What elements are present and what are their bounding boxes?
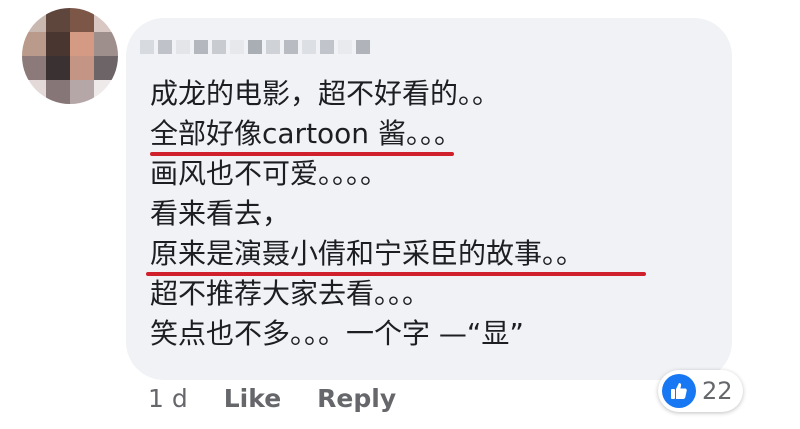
comment-line-2-text: 全部好像cartoon 酱。。。 bbox=[150, 117, 462, 150]
comment-line-4: 看来看去， bbox=[150, 197, 291, 230]
thumbs-up-icon bbox=[662, 374, 696, 408]
comment-actions: 1 d Like Reply bbox=[148, 384, 432, 413]
reaction-summary[interactable]: 22 bbox=[658, 370, 743, 412]
comment-line-3: 画风也不可爱。。。。 bbox=[150, 157, 389, 190]
comment-line-5-text: 原来是演聂小倩和宁采臣的故事。。 bbox=[150, 237, 585, 270]
comment-line-7: 笑点也不多。。。一个字 —“显” bbox=[150, 317, 524, 350]
comment-card: 成龙的电影，超不好看的。。 全部好像cartoon 酱。。。 画风也不可爱。。。… bbox=[0, 0, 800, 429]
commenter-name-blurred[interactable] bbox=[140, 40, 370, 54]
comment-line-2: 全部好像cartoon 酱。。。 bbox=[150, 114, 710, 156]
reaction-count: 22 bbox=[702, 377, 733, 405]
avatar[interactable] bbox=[22, 8, 118, 104]
like-button[interactable]: Like bbox=[224, 384, 281, 413]
comment-text: 成龙的电影，超不好看的。。 全部好像cartoon 酱。。。 画风也不可爱。。。… bbox=[146, 74, 710, 354]
comment-line-1: 成龙的电影，超不好看的。。 bbox=[150, 77, 501, 110]
comment-line-6: 超不推荐大家去看。。。 bbox=[150, 277, 431, 310]
reply-button[interactable]: Reply bbox=[317, 384, 396, 413]
comment-timestamp[interactable]: 1 d bbox=[148, 384, 188, 413]
comment-line-5: 原来是演聂小倩和宁采臣的故事。。 bbox=[146, 234, 710, 276]
